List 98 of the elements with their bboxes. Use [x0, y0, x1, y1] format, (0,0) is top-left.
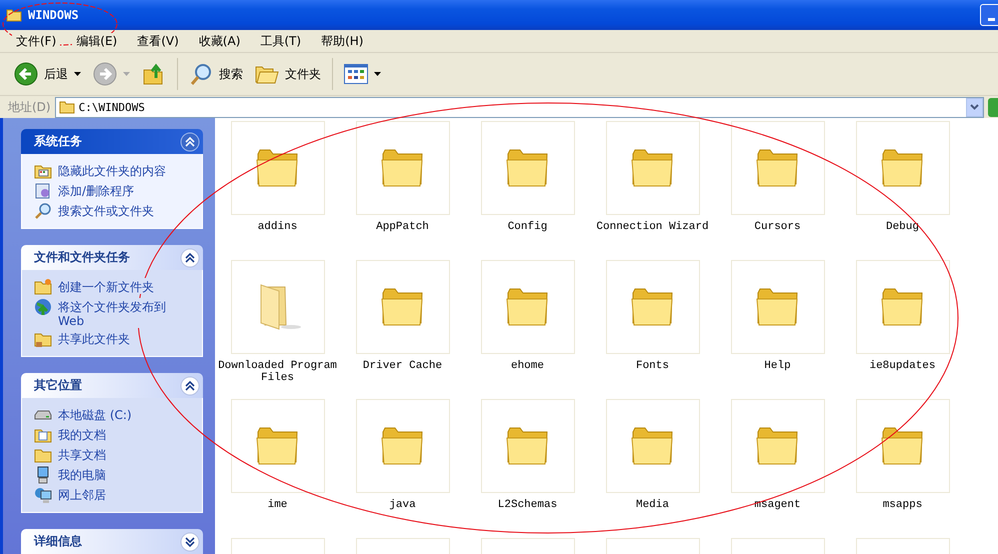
folder-thumbnail[interactable] [730, 121, 824, 215]
folder-name: ehome [510, 360, 545, 372]
folder-name: Connection Wizard [595, 221, 710, 233]
folder-name: Media [634, 499, 670, 511]
panel-title: 系统任务 [34, 133, 82, 150]
folder-name: msagent [753, 499, 802, 511]
folder-thumbnail[interactable] [230, 260, 324, 354]
folder-icon [754, 287, 800, 327]
search-icon [189, 62, 213, 86]
task-link[interactable]: 我的文档 [58, 426, 106, 442]
grid-view-icon [344, 64, 368, 84]
address-field[interactable]: C:\WINDOWS [54, 96, 984, 118]
folder-thumbnail[interactable] [730, 399, 824, 493]
task-link[interactable]: 添加/删除程序 [58, 182, 134, 198]
folder-icon [504, 426, 550, 466]
network-icon [34, 486, 52, 504]
folder-thumbnail[interactable] [230, 121, 324, 215]
panel-header[interactable]: 文件和文件夹任务 [21, 245, 203, 270]
task-link[interactable]: 我的电脑 [58, 466, 106, 482]
folder-name: ie8updates [868, 360, 936, 372]
caret-icon [374, 72, 381, 76]
folder-thumbnail[interactable] [856, 121, 950, 215]
folder-thumbnail[interactable] [480, 260, 574, 354]
chevron-down-icon [970, 104, 979, 110]
folder-thumbnail[interactable] [356, 260, 450, 354]
folder-icon [254, 426, 300, 466]
folder-icon [254, 148, 300, 188]
folder-thumbnail[interactable] [480, 121, 574, 215]
folder-thumbnail[interactable] [356, 121, 450, 215]
panel-title: 其它位置 [34, 377, 82, 394]
back-button[interactable]: 后退 [10, 60, 85, 88]
folder-name: msapps [882, 499, 924, 511]
task-link[interactable]: 共享文档 [58, 446, 106, 462]
task-link[interactable]: 共享此文件夹 [58, 330, 130, 346]
folder-thumbnail[interactable] [230, 399, 324, 493]
folder-icon [380, 148, 426, 188]
folder-name: addins [256, 221, 298, 233]
folder-thumbnail[interactable] [730, 260, 824, 354]
folder-thumbnail[interactable] [856, 399, 950, 493]
search-button[interactable]: 搜索 [185, 60, 247, 88]
folder-icon [58, 100, 75, 114]
folder-name: java [388, 499, 417, 511]
folder-icon [630, 287, 676, 327]
folder-thumbnail[interactable] [856, 260, 950, 354]
panel-title: 文件和文件夹任务 [34, 249, 130, 266]
folder-thumbnail[interactable] [606, 399, 700, 493]
panel-header[interactable]: 系统任务 [21, 129, 203, 154]
expand-icon[interactable] [180, 532, 200, 552]
folder-name: L2Schemas [496, 499, 558, 511]
folder-icon [504, 148, 550, 188]
folder-name: Config [506, 221, 548, 233]
panel-title: 详细信息 [34, 533, 82, 550]
folder-icon [754, 148, 800, 188]
folder-name: Debug [884, 221, 920, 233]
folder-thumbnail[interactable] [606, 260, 700, 354]
minimize-button[interactable] [980, 4, 998, 26]
dropdown-button[interactable] [966, 98, 983, 116]
program-box-icon [34, 182, 52, 200]
folder-icon [380, 287, 426, 327]
menu-item[interactable]: 文件(F) [12, 32, 60, 50]
caret-icon [74, 72, 81, 76]
caret-icon [123, 72, 130, 76]
go-button[interactable] [988, 98, 998, 116]
folder-name: Cursors [753, 221, 802, 233]
folder-name: Driver Cache [362, 360, 444, 372]
folder-icon [504, 287, 550, 327]
folder-icon [6, 8, 22, 22]
folder-icon [380, 426, 426, 466]
folder-icon [754, 426, 800, 466]
folders-button[interactable]: 文件夹 [251, 61, 325, 87]
folder-thumbnail[interactable] [356, 399, 450, 493]
panel-header[interactable]: 其它位置 [21, 373, 203, 398]
task-link[interactable]: 隐藏此文件夹的内容 [58, 162, 166, 178]
window-title: WINDOWS [28, 8, 79, 22]
folder-thumbnail[interactable] [606, 121, 700, 215]
collapse-icon[interactable] [180, 376, 200, 396]
folder-icon [34, 278, 52, 296]
task-link[interactable]: 网上邻居 [58, 486, 106, 502]
folder-name: Downloaded Program Files [218, 360, 338, 384]
task-link[interactable]: 搜索文件或文件夹 [58, 202, 154, 218]
folder-name: Help [763, 360, 792, 372]
folder-icon [880, 426, 926, 466]
panel-header[interactable]: 详细信息 [21, 529, 203, 554]
task-link[interactable]: 本地磁盘 (C:) [58, 406, 132, 422]
folder-name: AppPatch [375, 221, 430, 233]
folder-icon [880, 287, 926, 327]
task-link[interactable]: 创建一个新文件夹 [58, 278, 154, 294]
address-label: 地址(D) [8, 98, 51, 116]
collapse-icon[interactable] [180, 132, 200, 152]
search-icon [34, 202, 52, 220]
folder-name: Fonts [634, 360, 670, 372]
folder-icon [630, 426, 676, 466]
folder-icon [880, 148, 926, 188]
folder-icon [630, 148, 676, 188]
folder-thumbnail[interactable] [480, 399, 574, 493]
collapse-icon[interactable] [180, 248, 200, 268]
globe-icon [34, 298, 52, 316]
folder-name: ime [266, 499, 288, 511]
